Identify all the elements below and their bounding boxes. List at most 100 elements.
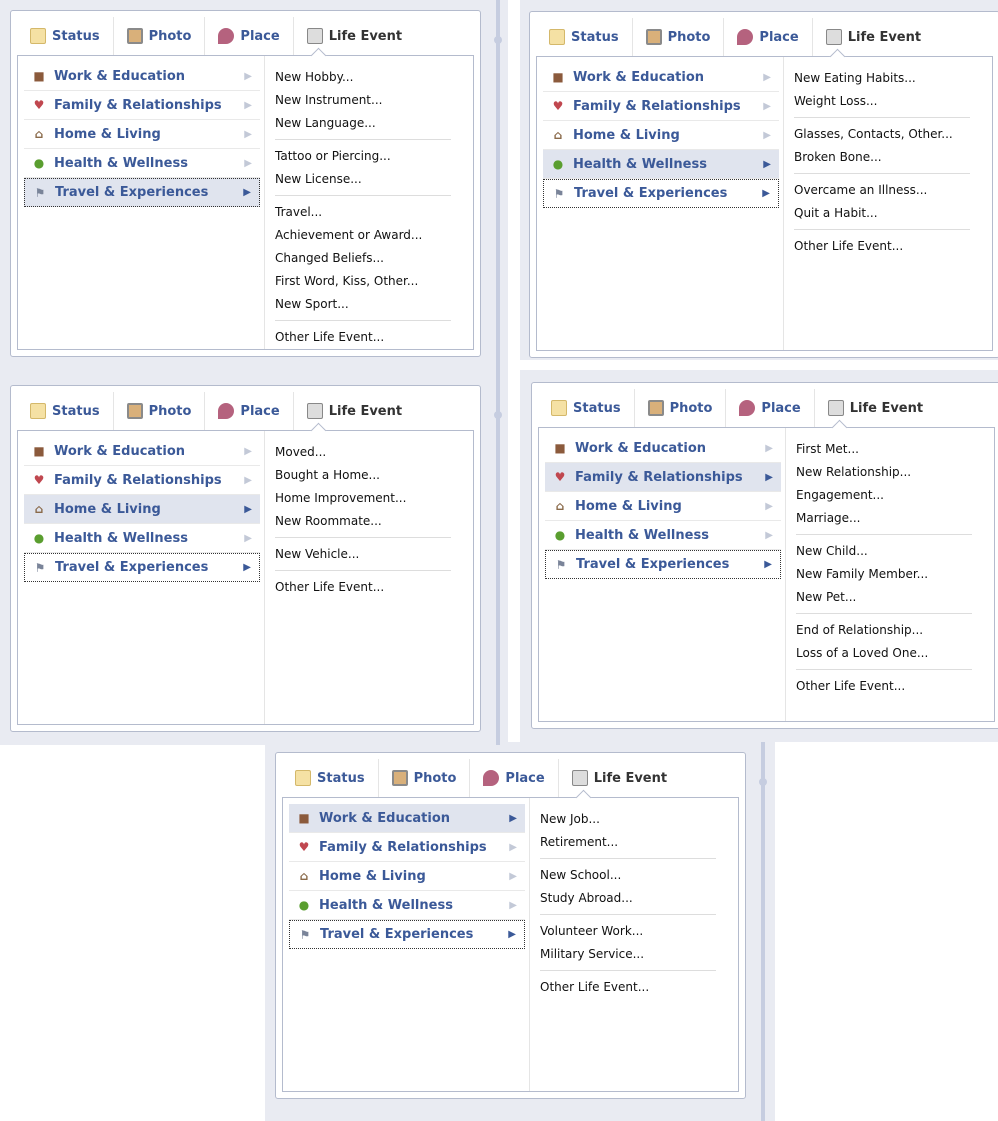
tab-label: Place bbox=[759, 29, 799, 45]
subcategory-item[interactable]: First Word, Kiss, Other... bbox=[275, 270, 451, 293]
subcategory-item[interactable]: Other Life Event... bbox=[794, 235, 970, 258]
tab-photo[interactable]: Photo bbox=[114, 17, 206, 55]
category-item[interactable]: ♥ Family & Relationships ▶ bbox=[289, 833, 525, 862]
category-item[interactable]: ♥ Family & Relationships ▶ bbox=[543, 92, 779, 121]
subcategory-item[interactable]: Volunteer Work... bbox=[540, 920, 716, 943]
category-item[interactable]: ■ Work & Education ▶ bbox=[545, 434, 781, 463]
apple-icon: ● bbox=[554, 528, 566, 542]
tab-life-event[interactable]: Life Event bbox=[815, 389, 936, 427]
subcategory-item[interactable]: Marriage... bbox=[796, 507, 972, 530]
subcategory-item[interactable]: New License... bbox=[275, 168, 451, 191]
category-item[interactable]: ● Health & Wellness ▶ bbox=[543, 150, 779, 179]
tab-place[interactable]: Place bbox=[205, 17, 294, 55]
subcategory-item[interactable]: New Relationship... bbox=[796, 461, 972, 484]
tab-place[interactable]: Place bbox=[724, 18, 813, 56]
subcategory-item[interactable]: Overcame an Illness... bbox=[794, 179, 970, 202]
tab-status[interactable]: Status bbox=[536, 18, 633, 56]
tab-place[interactable]: Place bbox=[726, 389, 815, 427]
category-item[interactable]: ⚑ Travel & Experiences ▶ bbox=[289, 920, 525, 949]
category-item[interactable]: ⚑ Travel & Experiences ▶ bbox=[24, 178, 260, 207]
subcategory-item[interactable]: New Sport... bbox=[275, 293, 451, 316]
subcategory-item[interactable]: New Hobby... bbox=[275, 66, 451, 89]
subcategory-item[interactable]: Military Service... bbox=[540, 943, 716, 966]
subcategory-item[interactable]: Tattoo or Piercing... bbox=[275, 145, 451, 168]
photo-icon bbox=[126, 28, 143, 44]
tab-status[interactable]: Status bbox=[282, 759, 379, 797]
house-icon: ⌂ bbox=[34, 127, 44, 141]
subcategory-item[interactable]: New Roommate... bbox=[275, 510, 451, 533]
category-item[interactable]: ● Health & Wellness ▶ bbox=[289, 891, 525, 920]
tab-life-event[interactable]: Life Event bbox=[559, 759, 680, 797]
subcategory-item[interactable]: Travel... bbox=[275, 201, 451, 224]
subcategory-item[interactable]: End of Relationship... bbox=[796, 619, 972, 642]
category-item[interactable]: ■ Work & Education ▶ bbox=[543, 63, 779, 92]
subcategory-item[interactable]: New Instrument... bbox=[275, 89, 451, 112]
subcategory-item[interactable]: New Eating Habits... bbox=[794, 67, 970, 90]
category-item[interactable]: ♥ Family & Relationships ▶ bbox=[24, 466, 260, 495]
category-item[interactable]: ⌂ Home & Living ▶ bbox=[24, 495, 260, 524]
chevron-right-icon: ▶ bbox=[244, 445, 252, 457]
category-item[interactable]: ⌂ Home & Living ▶ bbox=[289, 862, 525, 891]
subcategory-group: End of Relationship... Loss of a Loved On… bbox=[796, 619, 972, 670]
subcategory-item[interactable]: New Child... bbox=[796, 540, 972, 563]
subcategory-item[interactable]: Study Abroad... bbox=[540, 887, 716, 910]
subcategory-item[interactable]: New School... bbox=[540, 864, 716, 887]
subcategory-item[interactable]: Other Life Event... bbox=[275, 326, 451, 349]
tab-life-event[interactable]: Life Event bbox=[294, 17, 415, 55]
composer-tabs: Status Photo Place Life Event bbox=[536, 18, 934, 56]
chevron-right-icon: ▶ bbox=[244, 474, 252, 486]
category-item[interactable]: ● Health & Wellness ▶ bbox=[24, 149, 260, 178]
subcategory-item[interactable]: Bought a Home... bbox=[275, 464, 451, 487]
subcategory-item[interactable]: Home Improvement... bbox=[275, 487, 451, 510]
subcategory-item[interactable]: New Language... bbox=[275, 112, 451, 135]
subcategory-item[interactable]: New Pet... bbox=[796, 586, 972, 609]
subcategory-item[interactable]: Weight Loss... bbox=[794, 90, 970, 113]
subcategory-item[interactable]: Broken Bone... bbox=[794, 146, 970, 169]
category-item[interactable]: ■ Work & Education ▶ bbox=[24, 437, 260, 466]
tab-status[interactable]: Status bbox=[17, 17, 114, 55]
subcategory-item[interactable]: Engagement... bbox=[796, 484, 972, 507]
life-event-composer: Status Photo Place Life Event ■ Work & Educat… bbox=[531, 382, 998, 729]
category-item[interactable]: ♥ Family & Relationships ▶ bbox=[545, 463, 781, 492]
tab-status[interactable]: Status bbox=[538, 389, 635, 427]
category-item[interactable]: ● Health & Wellness ▶ bbox=[24, 524, 260, 553]
subcategory-item[interactable]: Changed Beliefs... bbox=[275, 247, 451, 270]
tab-photo[interactable]: Photo bbox=[633, 18, 725, 56]
tab-life-event[interactable]: Life Event bbox=[294, 392, 415, 430]
tab-place[interactable]: Place bbox=[470, 759, 559, 797]
subcategory-item[interactable]: Quit a Habit... bbox=[794, 202, 970, 225]
chevron-right-icon: ▶ bbox=[763, 129, 771, 141]
tab-photo[interactable]: Photo bbox=[114, 392, 206, 430]
subcategory-group: Glasses, Contacts, Other... Broken Bone..… bbox=[794, 123, 970, 174]
category-item[interactable]: ■ Work & Education ▶ bbox=[289, 804, 525, 833]
subcategory-item[interactable]: Other Life Event... bbox=[275, 576, 451, 599]
category-item[interactable]: ● Health & Wellness ▶ bbox=[545, 521, 781, 550]
category-item[interactable]: ■ Work & Education ▶ bbox=[24, 62, 260, 91]
category-item[interactable]: ⌂ Home & Living ▶ bbox=[543, 121, 779, 150]
category-item[interactable]: ⚑ Travel & Experiences ▶ bbox=[24, 553, 260, 582]
subcategory-item[interactable]: Glasses, Contacts, Other... bbox=[794, 123, 970, 146]
subcategory-item[interactable]: First Met... bbox=[796, 438, 972, 461]
category-item[interactable]: ♥ Family & Relationships ▶ bbox=[24, 91, 260, 120]
subcategory-item[interactable]: New Family Member... bbox=[796, 563, 972, 586]
status-icon bbox=[551, 400, 567, 416]
tab-photo[interactable]: Photo bbox=[379, 759, 471, 797]
briefcase-icon: ■ bbox=[33, 69, 45, 83]
tab-photo[interactable]: Photo bbox=[635, 389, 727, 427]
category-item[interactable]: ⚑ Travel & Experiences ▶ bbox=[543, 179, 779, 208]
category-item[interactable]: ⌂ Home & Living ▶ bbox=[24, 120, 260, 149]
subcategory-item[interactable]: New Job... bbox=[540, 808, 716, 831]
subcategory-item[interactable]: Other Life Event... bbox=[540, 976, 716, 999]
category-item[interactable]: ⌂ Home & Living ▶ bbox=[545, 492, 781, 521]
subcategory-item[interactable]: Other Life Event... bbox=[796, 675, 972, 698]
subcategory-item[interactable]: Retirement... bbox=[540, 831, 716, 854]
tab-label: Photo bbox=[667, 29, 711, 45]
subcategory-item[interactable]: New Vehicle... bbox=[275, 543, 451, 566]
subcategory-item[interactable]: Achievement or Award... bbox=[275, 224, 451, 247]
subcategory-item[interactable]: Moved... bbox=[275, 441, 451, 464]
category-item[interactable]: ⚑ Travel & Experiences ▶ bbox=[545, 550, 781, 579]
tab-life-event[interactable]: Life Event bbox=[813, 18, 934, 56]
tab-status[interactable]: Status bbox=[17, 392, 114, 430]
tab-place[interactable]: Place bbox=[205, 392, 294, 430]
subcategory-item[interactable]: Loss of a Loved One... bbox=[796, 642, 972, 665]
